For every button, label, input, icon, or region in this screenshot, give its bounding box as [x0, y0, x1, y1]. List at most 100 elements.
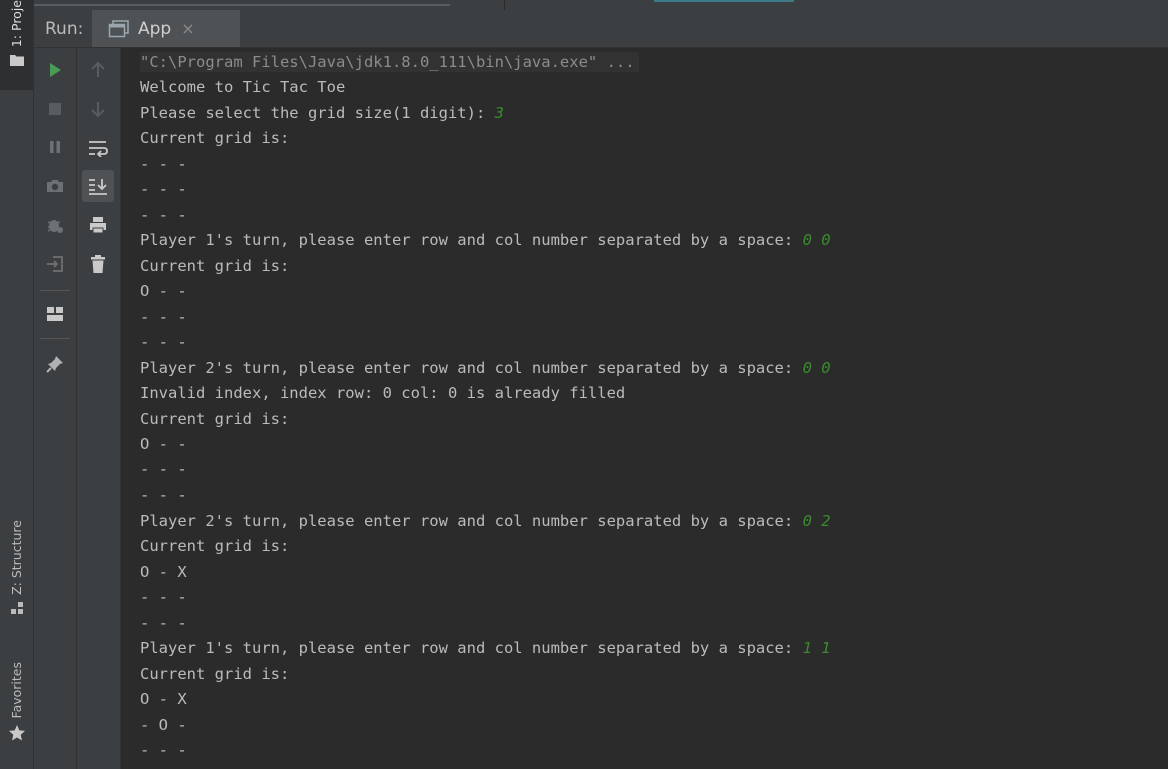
top-strip-divider: [34, 4, 450, 6]
down-stack-button[interactable]: [82, 93, 114, 125]
console-line: - - -: [140, 332, 187, 352]
console-line: O - -: [140, 434, 187, 454]
console-line-text: "C:\Program Files\Java\jdk1.8.0_111\bin\…: [140, 53, 635, 71]
console-line-text: - - -: [140, 155, 187, 173]
console-line-text: - - -: [140, 308, 187, 326]
console-line-text: Current grid is:: [140, 665, 290, 683]
soft-wrap-icon: [89, 141, 108, 157]
stop-button[interactable]: [39, 93, 71, 125]
up-stack-button[interactable]: [82, 54, 114, 86]
console-line-text: - - -: [140, 206, 187, 224]
scroll-to-end-icon: [89, 179, 107, 195]
print-icon: [90, 217, 106, 234]
console-line: - - -: [140, 179, 187, 199]
console-line: O - X: [140, 562, 187, 582]
console-line-text: - O -: [140, 716, 187, 734]
console-line-text: - - -: [140, 614, 187, 632]
console-line-text: Current grid is:: [140, 129, 290, 147]
console-line-text: Current grid is:: [140, 410, 290, 428]
close-icon[interactable]: ×: [181, 19, 194, 38]
console-line-text: Current grid is:: [140, 537, 290, 555]
console-line-text: Player 1's turn, please enter row and co…: [140, 231, 803, 249]
top-strip-accent: [654, 0, 794, 2]
console-line-text: O - -: [140, 282, 187, 300]
console-line-text: - - -: [140, 741, 187, 759]
console-line-text: Welcome to Tic Tac Toe: [140, 78, 346, 96]
camera-icon: [47, 180, 63, 192]
console-line-text: - - -: [140, 460, 187, 478]
pause-icon: [50, 141, 60, 153]
structure-tool-tab[interactable]: Z: Structure: [0, 520, 33, 635]
console-line: - - -: [140, 459, 187, 479]
console-command-line: "C:\Program Files\Java\jdk1.8.0_111\bin\…: [140, 52, 639, 72]
console-line: Invalid index, index row: 0 col: 0 is al…: [140, 383, 625, 403]
run-label: Run:: [45, 19, 84, 39]
console-user-input: 3: [494, 104, 504, 122]
console-line: - - -: [140, 740, 187, 760]
console-line-text: Invalid index, index row: 0 col: 0 is al…: [140, 384, 626, 402]
console-user-input: 0 0: [802, 359, 831, 377]
run-icon: [50, 63, 61, 77]
console-line: Current grid is:: [140, 128, 289, 148]
star-icon: [8, 725, 25, 741]
favorites-tool-tab[interactable]: Favorites: [0, 662, 33, 762]
run-toolbar-right: [77, 48, 121, 769]
console-user-input: 1 1: [802, 639, 831, 657]
console-line-text: - - -: [140, 180, 187, 198]
console-line: Player 2's turn, please enter row and co…: [140, 511, 831, 531]
print-button[interactable]: [82, 209, 114, 241]
project-tab-label: 1: Proje: [9, 0, 24, 48]
console-line-text: - - -: [140, 588, 187, 606]
debug-icon: [47, 220, 63, 233]
clear-all-button[interactable]: [82, 248, 114, 280]
console-line-text: O - X: [140, 690, 187, 708]
console-line-text: Player 1's turn, please enter row and co…: [140, 639, 803, 657]
top-strip-separator: [504, 0, 505, 10]
project-tool-tab[interactable]: 1: Proje: [0, 0, 33, 90]
pin-tab-button[interactable]: [39, 348, 71, 380]
restore-layout-button[interactable]: [39, 298, 71, 330]
console-line: Please select the grid size(1 digit): 3: [140, 103, 504, 123]
console-line: - - -: [140, 154, 187, 174]
console-user-input: 0 2: [802, 512, 831, 530]
favorites-tab-label: Favorites: [9, 662, 24, 719]
console-line: - - -: [140, 587, 187, 607]
console-line-text: O - X: [140, 563, 187, 581]
console-line-text: Player 2's turn, please enter row and co…: [140, 512, 803, 530]
console-line: Player 2's turn, please enter row and co…: [140, 358, 831, 378]
run-config-tab[interactable]: App ×: [92, 10, 240, 47]
ide-window: 1: Proje Z: Structure Favorites Run: App…: [0, 0, 1168, 769]
exit-button[interactable]: [39, 248, 71, 280]
console-line: - - -: [140, 485, 187, 505]
arrow-up-icon: [91, 61, 105, 77]
pin-icon: [46, 356, 63, 373]
console-line-text: Please select the grid size(1 digit):: [140, 104, 495, 122]
console-line: Player 1's turn, please enter row and co…: [140, 230, 831, 250]
console-line-text: Current grid is:: [140, 257, 290, 275]
rerun-button[interactable]: [39, 54, 71, 86]
stop-icon: [49, 103, 61, 115]
console-output[interactable]: "C:\Program Files\Java\jdk1.8.0_111\bin\…: [121, 48, 1168, 769]
pause-button[interactable]: [39, 131, 71, 163]
structure-icon: [10, 601, 23, 614]
toolbar-separator: [40, 290, 70, 291]
exit-icon: [47, 256, 63, 272]
console-line: Welcome to Tic Tac Toe: [140, 77, 345, 97]
run-panel-header: Run: App ×: [34, 10, 1168, 48]
top-tab-strip: [34, 0, 1168, 10]
folder-icon: [9, 55, 24, 67]
left-tool-stripe: 1: Proje Z: Structure Favorites: [0, 0, 34, 769]
debug-button[interactable]: [39, 209, 71, 241]
console-line-text: O - -: [140, 435, 187, 453]
dump-threads-button[interactable]: [39, 170, 71, 202]
console-line: - - -: [140, 307, 187, 327]
run-tab-title: App: [138, 18, 172, 39]
console-line: Current grid is:: [140, 409, 289, 429]
console-line-text: - - -: [140, 486, 187, 504]
scroll-to-end-button[interactable]: [82, 170, 114, 202]
console-line: - - -: [140, 613, 187, 633]
layout-icon: [47, 307, 63, 321]
console-line: Player 1's turn, please enter row and co…: [140, 638, 831, 658]
soft-wrap-button[interactable]: [82, 132, 114, 164]
console-line: O - -: [140, 281, 187, 301]
